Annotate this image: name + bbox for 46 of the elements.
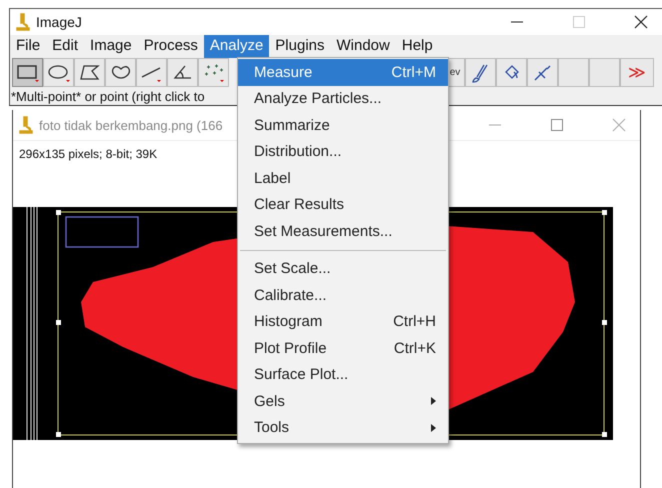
bucket-tool-button[interactable] (496, 58, 527, 87)
menu-bar-item[interactable]: Analyze (204, 35, 270, 58)
menu-bar-item[interactable]: Edit (46, 35, 84, 58)
menu-item[interactable]: Summarize (238, 112, 448, 138)
angle-tool-button[interactable] (167, 58, 198, 87)
maximize-icon[interactable] (550, 118, 564, 132)
line-tool-button[interactable] (136, 58, 167, 87)
multipoint-tool-button[interactable] (198, 58, 229, 87)
more-tools-button[interactable]: ≫ (620, 58, 654, 87)
menu-item[interactable]: Tools (238, 414, 448, 441)
menu-bar-item[interactable]: Help (396, 35, 439, 58)
menu-item[interactable]: Surface Plot... (238, 362, 448, 388)
oval-tool-button[interactable] (43, 58, 74, 87)
menu-item[interactable]: Measure Ctrl+M (238, 59, 448, 86)
menu-item[interactable]: Gels (238, 388, 448, 414)
microscope-icon (19, 116, 33, 134)
rectangle-tool-button[interactable] (12, 58, 43, 87)
polygon-tool-button[interactable] (74, 58, 105, 87)
menu-item[interactable]: Histogram Ctrl+H (238, 308, 448, 335)
image-info: 296x135 pixels; 8-bit; 39K (19, 147, 158, 161)
menu-item[interactable]: Plot Profile Ctrl+K (238, 335, 448, 362)
menu-bar-item[interactable]: Image (84, 35, 138, 58)
submenu-arrow-icon (431, 397, 436, 406)
oval-icon (46, 62, 70, 82)
window-title: ImageJ (36, 14, 82, 30)
rectangle-icon (16, 62, 40, 82)
menu-item[interactable]: Calibrate... (238, 282, 448, 308)
menu-bar-item[interactable]: Plugins (269, 35, 330, 58)
close-icon[interactable] (634, 15, 648, 29)
menu-item[interactable]: Analyze Particles... (238, 86, 448, 112)
status-text: *Multi-point* or point (right click to (11, 88, 205, 104)
brush-tool-button[interactable] (465, 58, 496, 87)
menu-item[interactable]: Clear Results (238, 192, 448, 218)
menu-item[interactable]: Label (238, 165, 448, 192)
menu-item[interactable]: Distribution... (238, 138, 448, 165)
menu-item[interactable]: Set Measurements... (238, 218, 448, 244)
microscope-icon (16, 13, 30, 31)
freehand-tool-button[interactable] (105, 58, 136, 87)
menu-bar-item[interactable]: File (10, 35, 46, 58)
menu-bar-item[interactable]: Process (138, 35, 204, 58)
submenu-arrow-icon (431, 424, 436, 432)
pipette-tool-button[interactable] (527, 58, 558, 87)
menu-item[interactable]: Set Scale... (238, 256, 448, 282)
polygon-icon (78, 62, 102, 82)
menu-bar-item[interactable]: Window (330, 35, 396, 58)
window-title: foto tidak berkembang.png (166 (39, 118, 223, 132)
